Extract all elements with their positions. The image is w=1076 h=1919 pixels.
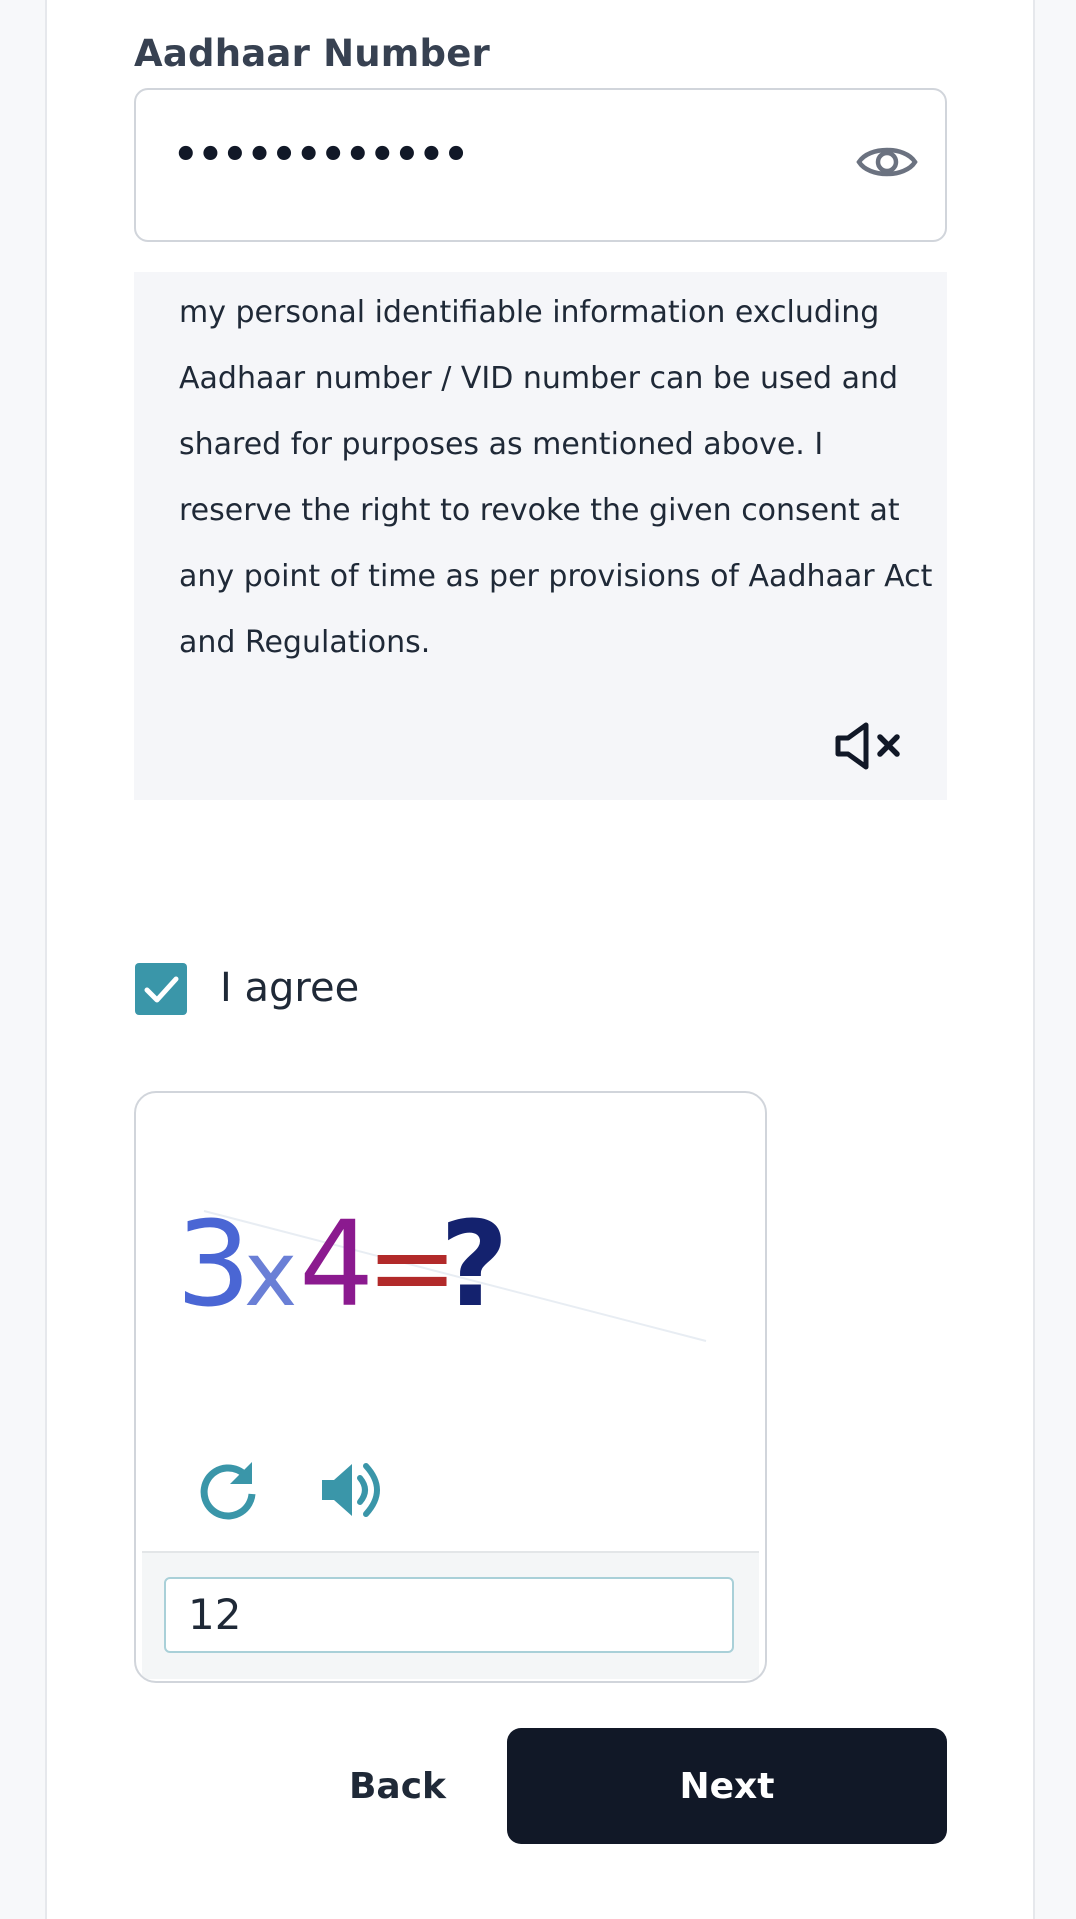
consent-text-panel: my personal identifiable information exc… <box>134 272 947 800</box>
eye-icon[interactable] <box>856 136 918 188</box>
consent-line: reserve the right to revoke the given co… <box>179 493 900 528</box>
checkmark-icon <box>144 976 179 1003</box>
back-button[interactable]: Back <box>320 1728 475 1844</box>
aadhaar-label: Aadhaar Number <box>134 32 490 75</box>
consent-line: Aadhaar number / VID number can be used … <box>179 361 899 396</box>
consent-line: any point of time as per provisions of A… <box>179 559 933 594</box>
captcha-image: 3 x 4 = ? <box>176 1195 707 1342</box>
agree-checkbox[interactable] <box>135 963 187 1015</box>
speaker-mute-icon[interactable] <box>834 720 906 772</box>
consent-text: my personal identifiable information exc… <box>179 280 939 676</box>
aadhaar-number-input[interactable]: •••••••••••• <box>134 88 947 242</box>
captcha-char: 3 <box>176 1195 247 1333</box>
captcha-char: ? <box>440 1195 508 1333</box>
refresh-icon[interactable] <box>196 1458 260 1522</box>
captcha-char: x <box>244 1222 297 1327</box>
next-button[interactable]: Next <box>507 1728 947 1844</box>
aadhaar-masked-value[interactable]: •••••••••••• <box>173 132 469 178</box>
captcha-char: 4 <box>299 1195 374 1333</box>
captcha-widget: 3 x 4 = ? 12 <box>134 1091 767 1683</box>
consent-line: shared for purposes as mentioned above. … <box>179 427 824 462</box>
agree-label[interactable]: I agree <box>220 965 359 1011</box>
consent-line: and Regulations. <box>179 625 431 660</box>
consent-line: my personal identifiable information exc… <box>179 295 880 330</box>
speaker-icon[interactable] <box>318 1458 390 1522</box>
captcha-answer-input[interactable]: 12 <box>164 1577 734 1653</box>
captcha-answer-area: 12 <box>142 1551 759 1679</box>
